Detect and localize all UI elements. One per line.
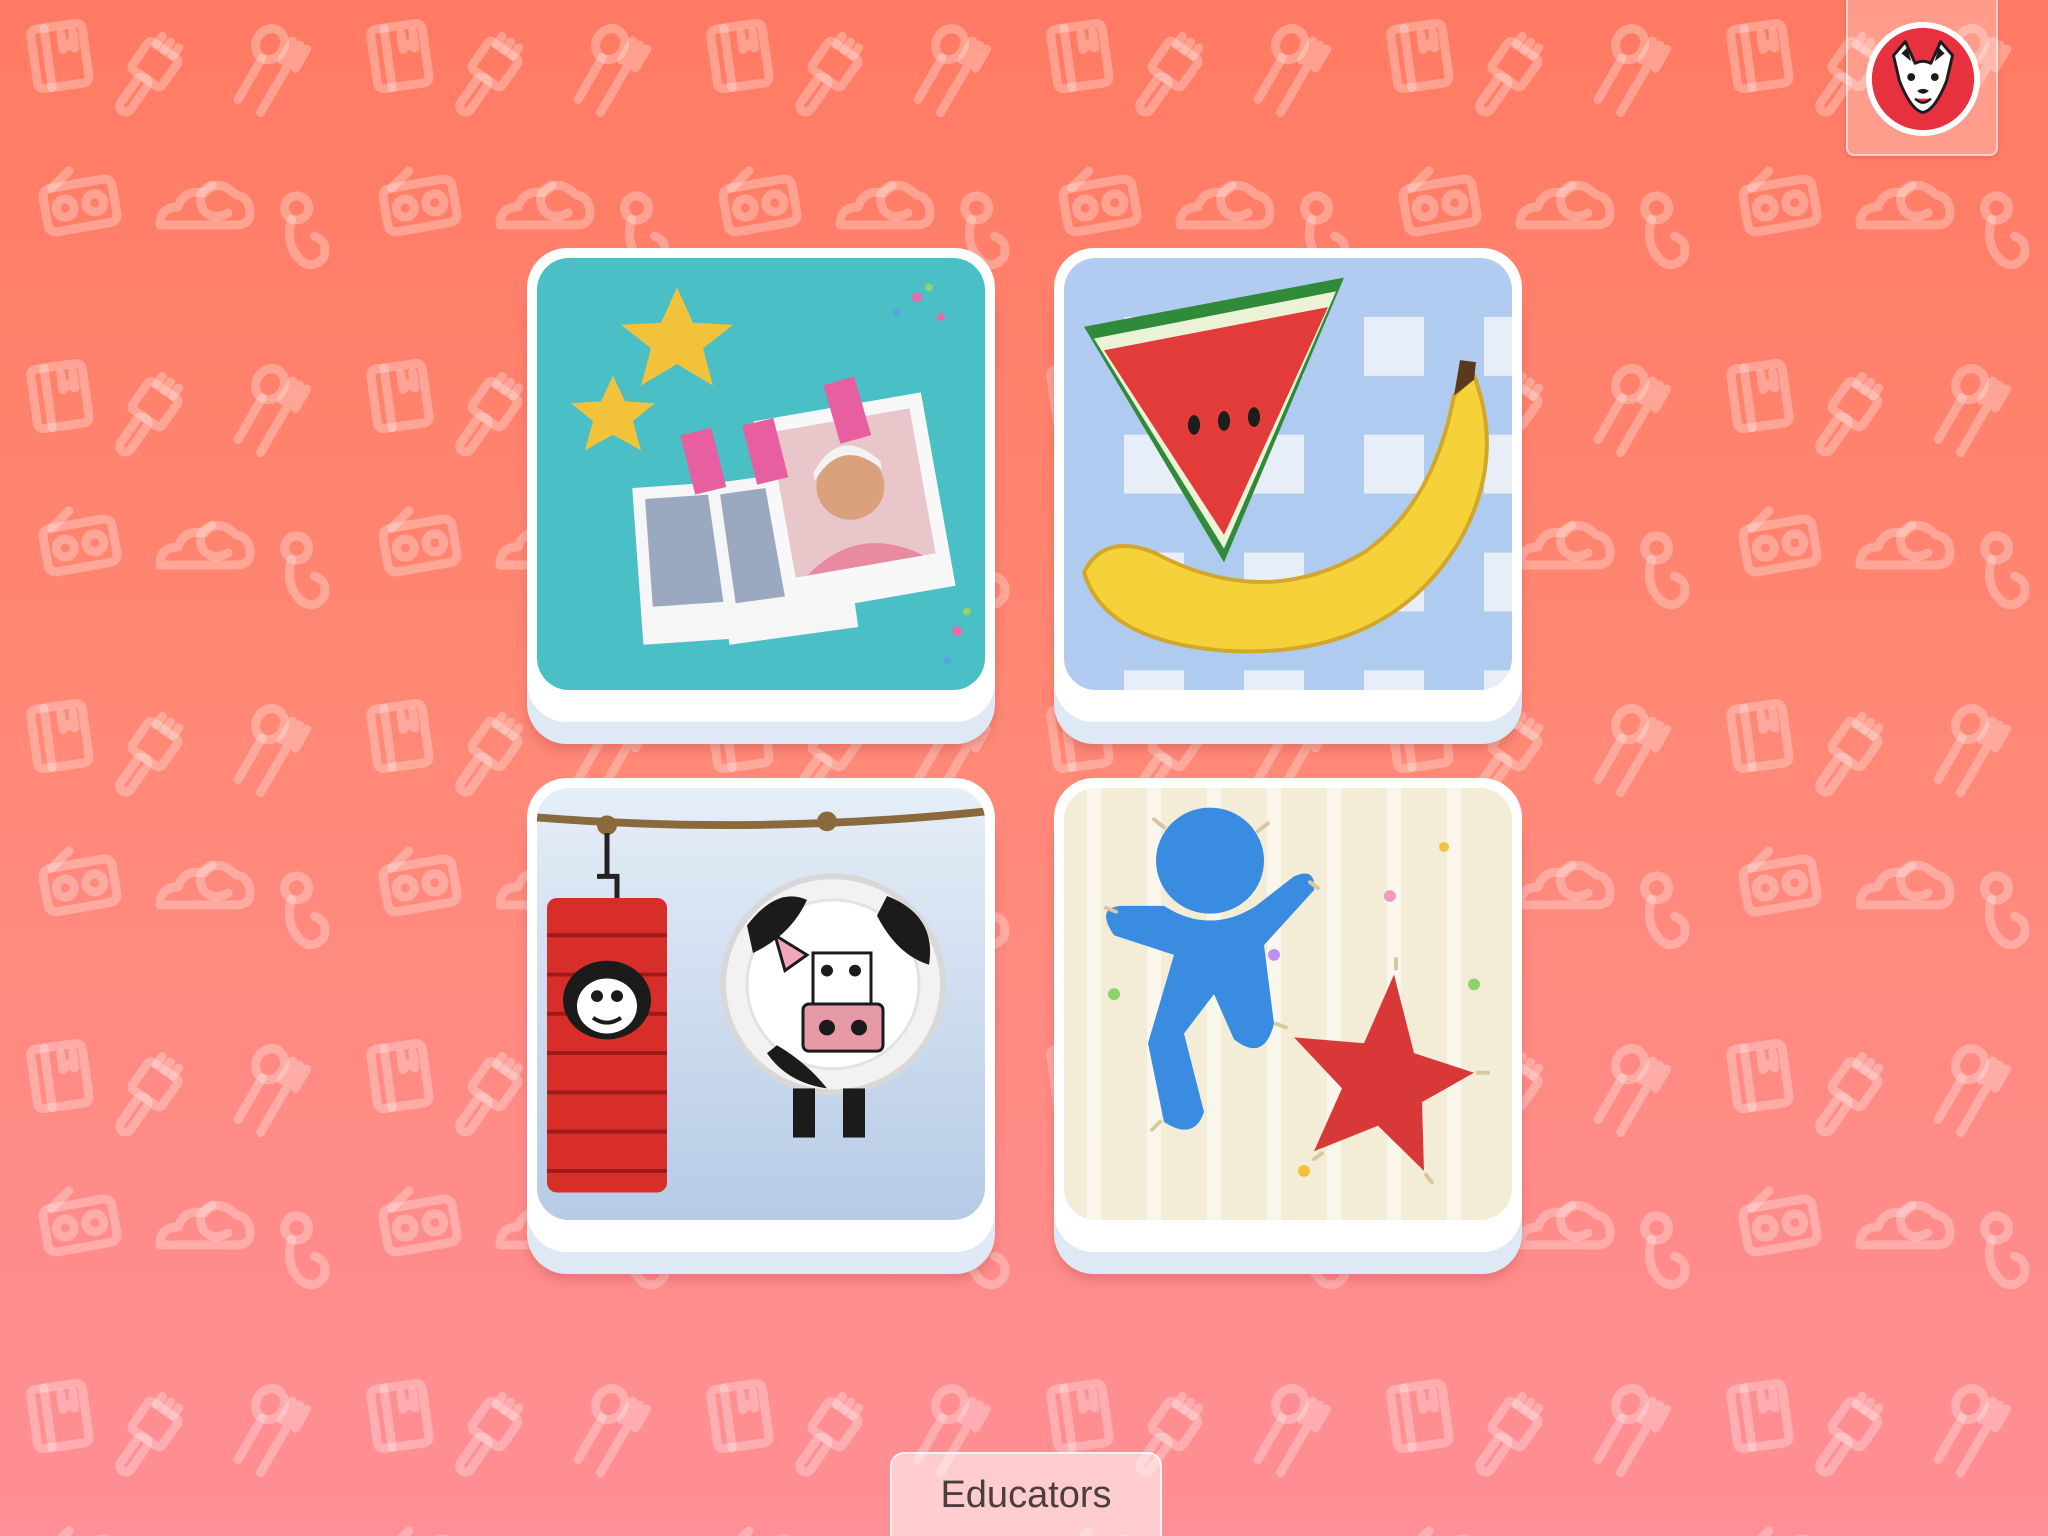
paper-lantern-cow-plate-icon bbox=[537, 788, 985, 1220]
tile-frame bbox=[1054, 248, 1522, 722]
background-pattern bbox=[0, 0, 2048, 1536]
parent-logo-button[interactable] bbox=[1846, 0, 1998, 156]
educators-button[interactable]: Educators bbox=[890, 1452, 1162, 1536]
tile-frame bbox=[527, 248, 995, 722]
tile-crafts[interactable] bbox=[527, 778, 995, 1274]
fox-face-icon bbox=[1865, 21, 1981, 137]
tile-frame bbox=[1054, 778, 1522, 1252]
stitched-figure-star-icon bbox=[1064, 788, 1512, 1220]
tile-photo-album[interactable] bbox=[527, 248, 995, 744]
watermelon-banana-icon bbox=[1064, 258, 1512, 690]
educators-label: Educators bbox=[940, 1473, 1112, 1516]
photo-album-icon bbox=[537, 258, 985, 690]
tile-frame bbox=[527, 778, 995, 1252]
tile-food[interactable] bbox=[1054, 248, 1522, 744]
tile-sewing[interactable] bbox=[1054, 778, 1522, 1274]
